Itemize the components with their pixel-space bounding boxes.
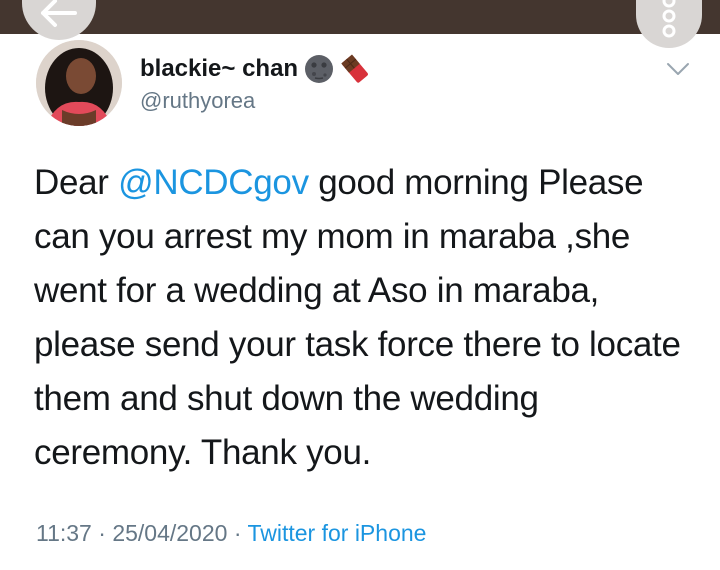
tweet-greeting: Dear	[34, 163, 109, 202]
author-name-row[interactable]: blackie~ chan	[140, 53, 370, 85]
mention-link[interactable]: @NCDCgov	[118, 163, 309, 202]
avatar[interactable]	[36, 40, 122, 126]
chevron-down-icon[interactable]	[666, 62, 690, 76]
arrow-left-icon	[41, 0, 77, 27]
chocolate-bar-emoji	[341, 54, 368, 83]
more-options-button[interactable]	[636, 0, 702, 48]
tweet-time: 11:37	[36, 520, 92, 546]
tweet-date: 25/04/2020	[112, 520, 228, 546]
new-moon-face-emoji	[305, 55, 334, 83]
author-handle[interactable]: @ruthyorea	[140, 88, 255, 114]
back-button[interactable]	[22, 0, 96, 40]
tweet-message: good morning Please can you arrest my mo…	[34, 163, 681, 472]
avatar-photo	[36, 40, 122, 126]
top-status-bar	[0, 0, 720, 34]
display-name[interactable]: blackie~ chan	[140, 55, 298, 83]
tweet-source-link[interactable]: Twitter for iPhone	[247, 520, 426, 546]
meta-separator: ·	[91, 520, 113, 546]
meta-separator: ·	[227, 520, 248, 546]
more-options-icon	[662, 0, 676, 38]
tweet-meta: 11:37 · 25/04/2020 · Twitter for iPhone	[36, 520, 426, 547]
tweet-text: Dear @NCDCgov good morning Please can yo…	[34, 156, 694, 480]
